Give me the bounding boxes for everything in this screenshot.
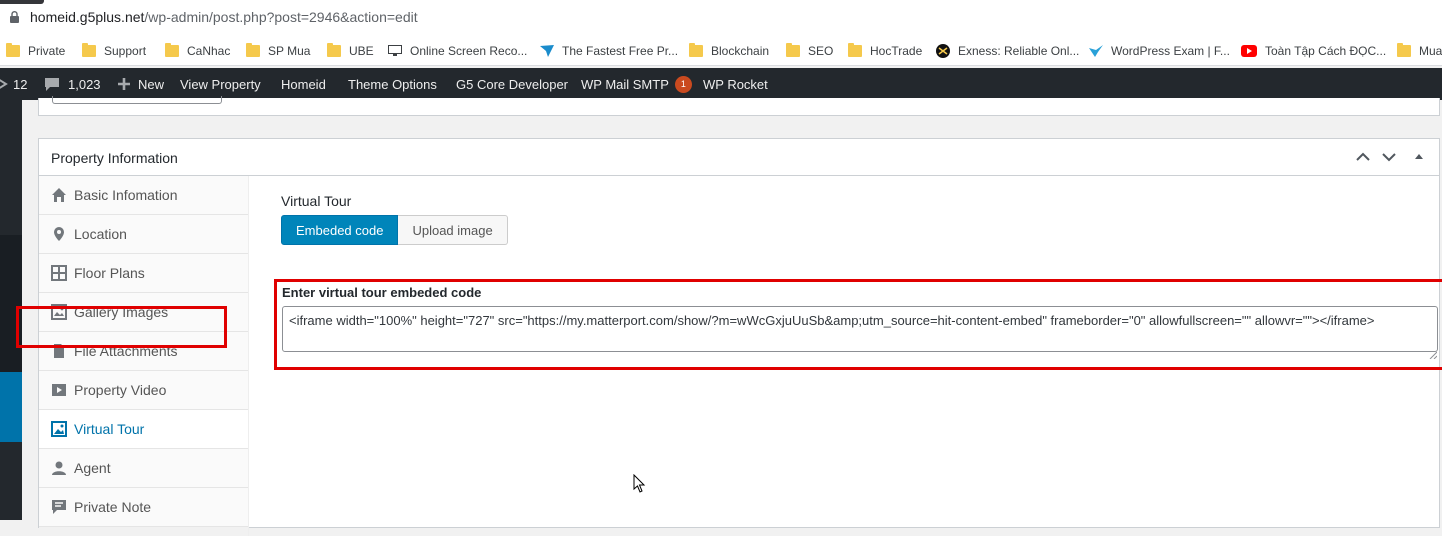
folder-icon [786, 43, 800, 57]
virtual-tour-label: Virtual Tour [281, 193, 352, 209]
url-path: /wp-admin/post.php?post=2946&action=edit [144, 9, 418, 25]
tab-virtual-tour[interactable]: Virtual Tour [39, 410, 248, 449]
embed-code-highlight: Enter virtual tour embeded code [274, 279, 1442, 370]
lock-icon [10, 11, 19, 23]
previous-input[interactable] [52, 96, 222, 104]
folder-icon [165, 43, 179, 57]
bookmarks-bar: Private Support CaNhac SP Mua UBE Online… [0, 35, 1442, 66]
metabox-title: Property Information [51, 150, 178, 166]
tab-floor-plans[interactable]: Floor Plans [39, 254, 248, 293]
url-host: homeid.g5plus.net [30, 9, 145, 25]
bookmark-sp-mua[interactable]: SP Mua [246, 42, 310, 60]
image-icon [51, 421, 67, 437]
admin-menu-current-item[interactable] [0, 372, 22, 442]
plus-icon [118, 78, 130, 90]
chevron-up-icon [1356, 152, 1370, 161]
notification-badge: 1 [674, 75, 692, 93]
file-icon [54, 344, 64, 358]
bookmark-fastest-free[interactable]: The Fastest Free Pr... [540, 42, 678, 60]
folder-icon [327, 43, 341, 57]
move-up-button[interactable] [1353, 147, 1373, 167]
browser-address-bar[interactable]: homeid.g5plus.net/wp-admin/post.php?post… [0, 0, 1442, 35]
gallery-icon [51, 304, 67, 320]
previous-metabox [38, 96, 1440, 116]
bookmark-canhac[interactable]: CaNhac [165, 42, 230, 60]
chevron-down-icon [1382, 153, 1396, 162]
folder-icon [246, 43, 260, 57]
g5-core-developer-link[interactable]: G5 Core Developer [456, 68, 568, 100]
url-text[interactable]: homeid.g5plus.net/wp-admin/post.php?post… [30, 9, 418, 25]
tab-gallery-images[interactable]: Gallery Images [39, 293, 248, 332]
theme-options-link[interactable]: Theme Options [348, 68, 437, 100]
upload-image-button[interactable]: Upload image [398, 215, 508, 245]
property-information-metabox: Property Information Basic Infomation Lo… [38, 138, 1442, 536]
virtual-tour-panel: Virtual Tour Embeded code Upload image E… [265, 176, 1442, 526]
folder-icon [6, 43, 20, 57]
folder-icon [689, 43, 703, 57]
video-icon [52, 384, 66, 396]
tab-file-attachments[interactable]: File Attachments [39, 332, 248, 371]
exness-icon [936, 44, 950, 58]
folder-icon [848, 43, 862, 57]
paper-plane-icon [540, 45, 554, 57]
grid-icon [51, 265, 67, 281]
admin-menu-submenu [0, 235, 22, 372]
folder-icon [82, 43, 96, 57]
bookmark-exness[interactable]: Exness: Reliable Onl... [936, 42, 1079, 60]
tab-property-video[interactable]: Property Video [39, 371, 248, 410]
user-icon [52, 461, 66, 475]
embed-code-label: Enter virtual tour embeded code [282, 285, 482, 300]
admin-menu-sidebar[interactable] [0, 100, 22, 520]
tab-location[interactable]: Location [39, 215, 248, 254]
move-down-button[interactable] [1379, 147, 1399, 167]
mouse-cursor-icon [633, 474, 646, 493]
refresh-icon [0, 79, 8, 89]
tab-private-note[interactable]: Private Note [39, 488, 248, 527]
bookmark-private[interactable]: Private [6, 42, 65, 60]
bookmark-hoctrade[interactable]: HocTrade [848, 42, 922, 60]
bookmark-wordpress-exam[interactable]: WordPress Exam | F... [1089, 42, 1230, 60]
tab-agent[interactable]: Agent [39, 449, 248, 488]
metabox-header: Property Information [39, 139, 1439, 176]
bookmark-support[interactable]: Support [82, 42, 146, 60]
wp-rocket-link[interactable]: WP Rocket [703, 68, 768, 100]
youtube-icon [1241, 45, 1257, 57]
bookmark-online-screen[interactable]: Online Screen Reco... [388, 42, 527, 60]
toggle-panel-button[interactable] [1409, 147, 1429, 167]
edit-post-content: Property Information Basic Infomation Lo… [22, 96, 1442, 536]
site-name-link[interactable]: Homeid [281, 68, 326, 100]
monitor-icon [388, 45, 402, 56]
bird-icon [1089, 45, 1103, 57]
note-icon [52, 500, 66, 514]
bookmark-toan-tap[interactable]: Toàn Tập Cách ĐỌC... [1241, 42, 1386, 60]
metabox-tabs: Basic Infomation Location Floor Plans Ga… [39, 176, 249, 536]
bookmark-seo[interactable]: SEO [786, 42, 833, 60]
embed-code-button[interactable]: Embeded code [281, 215, 399, 245]
resize-handle-icon[interactable] [1429, 351, 1437, 359]
updates-item[interactable]: 12 [0, 68, 27, 100]
triangle-up-icon [1415, 154, 1423, 159]
bookmark-ube[interactable]: UBE [327, 42, 374, 60]
wp-mail-smtp-link[interactable]: WP Mail SMTP 1 [581, 68, 692, 100]
comment-icon [45, 77, 59, 91]
bookmark-blockchain[interactable]: Blockchain [689, 42, 769, 60]
tour-mode-toggle: Embeded code Upload image [281, 215, 508, 245]
folder-icon [1397, 43, 1411, 57]
tab-strip-edge [0, 0, 44, 4]
embed-code-textarea[interactable] [282, 306, 1438, 352]
home-icon [52, 188, 66, 202]
tab-basic-information[interactable]: Basic Infomation [39, 176, 248, 215]
bookmark-mua[interactable]: Mua [1397, 42, 1442, 60]
map-pin-icon [54, 227, 64, 241]
